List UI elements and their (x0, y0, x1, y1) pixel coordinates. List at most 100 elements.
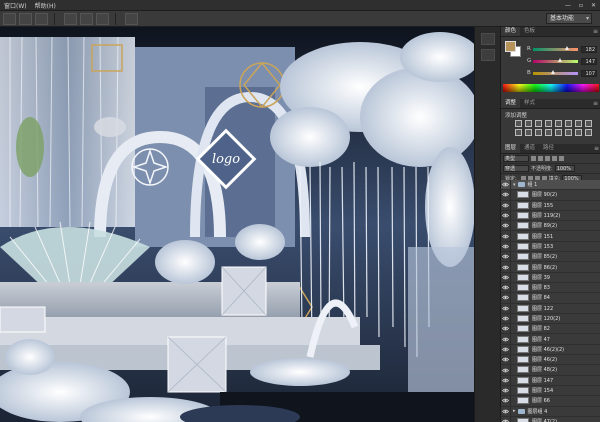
visibility-eye-icon[interactable] (501, 303, 511, 314)
layer-row[interactable]: 图层 155 (501, 200, 600, 211)
workspace-select[interactable]: 基本功能 (546, 13, 592, 24)
tab-paths[interactable]: 路径 (539, 144, 558, 153)
menu-window[interactable]: 窗口(W) (0, 1, 31, 10)
layer-row[interactable]: 图层 46(2) (501, 354, 600, 366)
layer-row[interactable]: 图层 47 (501, 334, 600, 345)
visibility-eye-icon[interactable] (501, 220, 511, 231)
hue-saturation-icon[interactable] (565, 120, 572, 127)
visibility-eye-icon[interactable] (501, 180, 511, 190)
invert-icon[interactable] (545, 129, 552, 136)
layer-row[interactable]: 图层 84 (501, 292, 600, 304)
filter-adjustment-icon[interactable] (538, 156, 543, 161)
blue-slider[interactable]: B 107 (527, 69, 599, 77)
layer-name[interactable]: 图层 153 (532, 243, 553, 250)
visibility-eye-icon[interactable] (501, 406, 511, 417)
layer-name[interactable]: 图层 119(2) (532, 212, 560, 219)
green-slider[interactable]: G 147 (527, 57, 599, 65)
layer-row[interactable]: 图层 47(2) (501, 416, 600, 422)
layer-name[interactable]: 图层组 4 (528, 408, 548, 415)
filter-pixel-icon[interactable] (531, 156, 536, 161)
close-icon[interactable]: ✕ (587, 2, 600, 9)
photo-filter-icon[interactable] (515, 129, 522, 136)
align-center-icon[interactable] (19, 12, 32, 25)
visibility-eye-icon[interactable] (501, 344, 511, 355)
layer-row[interactable]: 图层 151 (501, 231, 600, 242)
history-icon[interactable] (481, 33, 495, 45)
visibility-eye-icon[interactable] (501, 282, 511, 293)
panel-menu-icon[interactable]: ≡ (593, 99, 600, 108)
red-value[interactable]: 182 (581, 45, 597, 53)
filter-smart-object-icon[interactable] (559, 156, 564, 161)
layer-name[interactable]: 图层 46(2) (532, 356, 557, 363)
layer-name[interactable]: 图层 83 (532, 284, 550, 291)
color-lookup-icon[interactable] (535, 129, 542, 136)
layer-row[interactable]: 图层 48(2) (501, 365, 600, 376)
layer-name[interactable]: 图层 39 (532, 274, 550, 281)
layer-row[interactable]: 图层 46(2)(2) (501, 344, 600, 356)
curves-icon[interactable] (535, 120, 542, 127)
layer-row[interactable]: 图层 122 (501, 303, 600, 314)
red-slider[interactable]: R 182 (527, 45, 599, 53)
visibility-eye-icon[interactable] (501, 189, 511, 200)
layer-name[interactable]: 图层 47 (532, 336, 550, 343)
foreground-color-swatch[interactable] (505, 41, 516, 52)
layer-row[interactable]: 图层 86(2) (501, 262, 600, 273)
visibility-eye-icon[interactable] (501, 375, 511, 386)
layer-name[interactable]: 图层 155 (532, 202, 553, 209)
layer-row[interactable]: 图层 89(2) (501, 220, 600, 232)
posterize-icon[interactable] (555, 129, 562, 136)
layer-name[interactable]: 图层 48(2) (532, 366, 557, 373)
filter-shape-icon[interactable] (552, 156, 557, 161)
panel-menu-icon[interactable]: ≡ (593, 27, 600, 36)
chevron-down-icon[interactable]: ▾ (513, 182, 516, 188)
color-balance-icon[interactable] (575, 120, 582, 127)
distribute-top-icon[interactable] (64, 12, 77, 25)
layer-name[interactable]: 组 1 (528, 181, 538, 188)
auto-align-icon[interactable] (125, 12, 138, 25)
layer-name[interactable]: 图层 120(2) (532, 315, 560, 322)
distribute-middle-icon[interactable] (80, 12, 93, 25)
gradient-map-icon[interactable] (575, 129, 582, 136)
red-slider-thumb[interactable] (565, 45, 569, 50)
visibility-eye-icon[interactable] (501, 251, 511, 262)
visibility-eye-icon[interactable] (501, 241, 511, 252)
layer-row[interactable]: 图层 153 (501, 241, 600, 253)
layer-row[interactable]: 图层 120(2) (501, 313, 600, 325)
chevron-right-icon[interactable]: ▸ (513, 408, 516, 414)
tab-swatches[interactable]: 色板 (520, 27, 539, 36)
layer-name[interactable]: 图层 147 (532, 377, 553, 384)
black-white-icon[interactable] (585, 120, 592, 127)
green-value[interactable]: 147 (581, 57, 597, 65)
filter-type-icon[interactable] (545, 156, 550, 161)
layer-row[interactable]: 图层 147 (501, 375, 600, 386)
layer-name[interactable]: 图层 46(2)(2) (532, 346, 564, 353)
layer-row[interactable]: 图层 119(2) (501, 210, 600, 222)
distribute-bottom-icon[interactable] (96, 12, 109, 25)
align-left-icon[interactable] (3, 12, 16, 25)
visibility-eye-icon[interactable] (501, 365, 511, 375)
layer-row[interactable]: 图层 85(2) (501, 251, 600, 263)
visibility-eye-icon[interactable] (501, 395, 511, 406)
layer-row[interactable]: 图层 90(2) (501, 189, 600, 201)
selective-color-icon[interactable] (585, 129, 592, 136)
layer-row[interactable]: 图层 82 (501, 323, 600, 335)
threshold-icon[interactable] (565, 129, 572, 136)
visibility-eye-icon[interactable] (501, 354, 511, 365)
layer-name[interactable]: 图层 66 (532, 397, 550, 404)
properties-icon[interactable] (481, 49, 495, 61)
restore-icon[interactable]: ▫ (575, 2, 587, 9)
layer-name[interactable]: 图层 47(2) (532, 418, 557, 422)
visibility-eye-icon[interactable] (501, 385, 511, 396)
channel-mixer-icon[interactable] (525, 129, 532, 136)
brightness-contrast-icon[interactable] (515, 120, 522, 127)
layer-name[interactable]: 图层 85(2) (532, 253, 557, 260)
layer-name[interactable]: 图层 82 (532, 325, 550, 332)
visibility-eye-icon[interactable] (501, 231, 511, 242)
layer-row[interactable]: 图层 39 (501, 272, 600, 283)
visibility-eye-icon[interactable] (501, 323, 511, 334)
layer-name[interactable]: 图层 154 (532, 387, 553, 394)
visibility-eye-icon[interactable] (501, 334, 511, 345)
opacity-input[interactable]: 100% (554, 165, 575, 172)
layer-row[interactable]: 图层 66 (501, 395, 600, 407)
tab-channels[interactable]: 通道 (520, 144, 539, 153)
